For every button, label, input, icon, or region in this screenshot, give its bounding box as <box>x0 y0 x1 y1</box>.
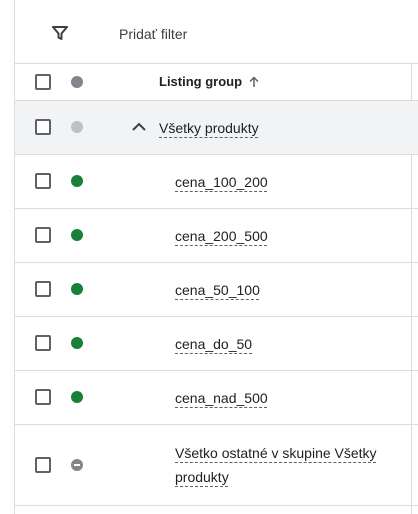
chevron-up-icon[interactable] <box>131 120 147 132</box>
status-icon <box>71 121 83 133</box>
select-all-checkbox[interactable] <box>35 74 51 90</box>
active-status-icon <box>71 175 83 187</box>
table-header-row: Listing group <box>15 64 418 101</box>
listing-group-header-label: Listing group <box>159 74 243 89</box>
filter-bar: Pridať filter <box>15 0 418 64</box>
table-row: cena_100_200 <box>15 155 418 209</box>
everything-else-link[interactable]: Všetko ostatné v skupine Všetky produkty <box>175 441 405 489</box>
table-row: cena_do_50 <box>15 317 418 371</box>
row-checkbox[interactable] <box>35 335 51 351</box>
listing-group-link[interactable]: cena_do_50 <box>175 336 252 352</box>
listing-group-column-header[interactable]: Listing group <box>159 74 260 89</box>
table-row: cena_200_500 <box>15 209 418 263</box>
listing-group-link[interactable]: cena_200_500 <box>175 228 268 244</box>
add-filter-button[interactable]: Pridať filter <box>119 26 187 42</box>
listing-groups-panel: Pridať filter Listing group Všetky produ… <box>0 0 418 514</box>
table-row: cena_nad_500 <box>15 371 418 425</box>
listing-group-link[interactable]: cena_nad_500 <box>175 390 268 406</box>
row-checkbox[interactable] <box>35 173 51 189</box>
row-checkbox[interactable] <box>35 227 51 243</box>
row-checkbox[interactable] <box>35 119 51 135</box>
active-status-icon <box>71 229 83 241</box>
table-row-everything-else: Všetko ostatné v skupine Všetky produkty <box>15 425 418 506</box>
status-header-icon <box>71 76 83 88</box>
table-row: cena_50_100 <box>15 263 418 317</box>
row-checkbox[interactable] <box>35 457 51 473</box>
filter-icon[interactable] <box>51 24 69 42</box>
active-status-icon <box>71 283 83 295</box>
table-row-group: Všetky produkty <box>15 101 418 155</box>
row-checkbox[interactable] <box>35 389 51 405</box>
active-status-icon <box>71 337 83 349</box>
listing-group-link[interactable]: cena_50_100 <box>175 282 260 298</box>
row-checkbox[interactable] <box>35 281 51 297</box>
arrow-up-icon <box>248 75 260 88</box>
active-status-icon <box>71 391 83 403</box>
group-label-link[interactable]: Všetky produkty <box>159 120 259 136</box>
excluded-status-icon <box>71 459 83 471</box>
listing-group-link[interactable]: cena_100_200 <box>175 174 268 190</box>
